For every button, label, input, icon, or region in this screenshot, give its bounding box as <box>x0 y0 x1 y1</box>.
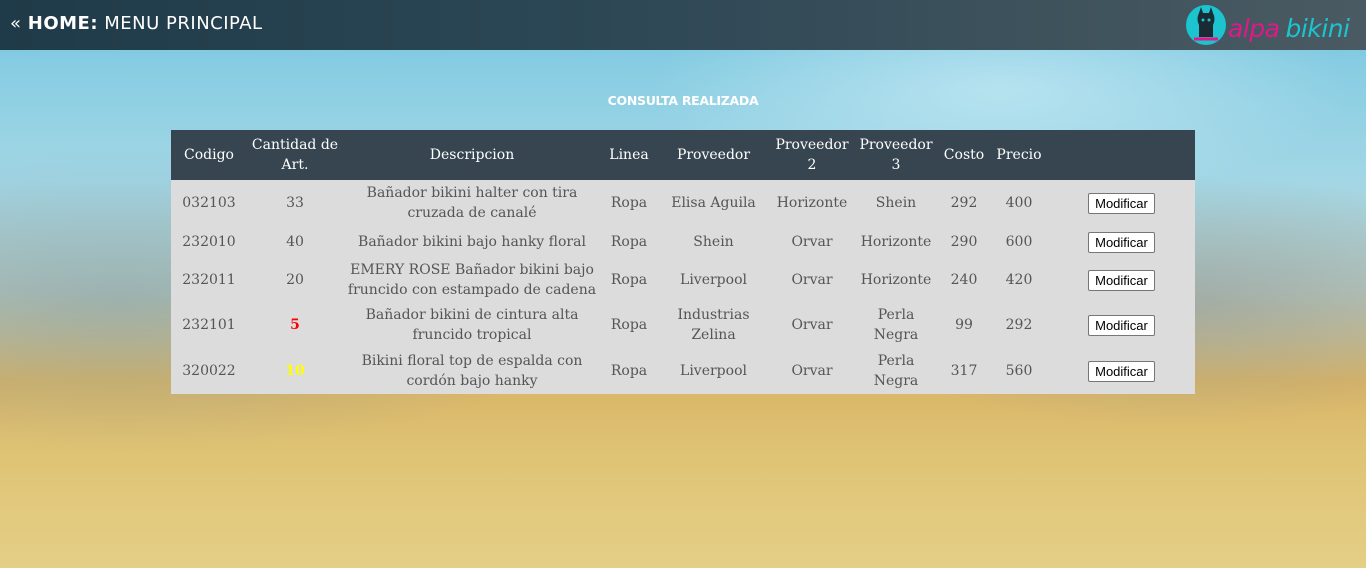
modify-button[interactable]: Modificar <box>1088 231 1155 253</box>
cell-proveedor-3: Horizonte <box>860 234 932 250</box>
modify-button[interactable]: Modificar <box>1088 314 1155 336</box>
cell-proveedor-2: Orvar <box>791 234 833 250</box>
table-header-row: Codigo Cantidad de Art. Descripcion Line… <box>171 130 1195 180</box>
cell-codigo: 032103 <box>182 195 236 211</box>
cell-proveedor-3: Shein <box>875 195 917 211</box>
cell-descripcion: Bañador bikini halter con tira cruzada d… <box>366 185 578 221</box>
cell-proveedor-3: Perla Negra <box>873 307 919 343</box>
cell-proveedor: Industrias Zelina <box>677 307 750 343</box>
cell-proveedor-3: Perla Negra <box>873 353 919 389</box>
cell-precio: 292 <box>1005 317 1033 333</box>
logo-word-bikini: bikini <box>1285 14 1350 43</box>
header-cantidad: Cantidad de Art. <box>251 137 339 173</box>
section-label: MENU PRINCIPAL <box>104 13 263 34</box>
cell-precio: 420 <box>1005 272 1033 288</box>
modify-button[interactable]: Modificar <box>1088 269 1155 291</box>
header-proveedor: Proveedor <box>676 147 751 163</box>
cell-descripcion: Bañador bikini de cintura alta fruncido … <box>365 307 579 343</box>
logo-word-alpa: alpa <box>1228 14 1280 43</box>
header-actions <box>1048 130 1195 180</box>
home-link[interactable]: « HOME: MENU PRINCIPAL <box>10 13 263 34</box>
llama-icon <box>1186 5 1226 45</box>
cell-proveedor-2: Horizonte <box>776 195 848 211</box>
cell-costo: 292 <box>950 195 978 211</box>
modify-button[interactable]: Modificar <box>1088 192 1155 214</box>
header-codigo: Codigo <box>184 147 234 163</box>
table-row: 232101 5 Bañador bikini de cintura alta … <box>171 302 1195 348</box>
cell-costo: 240 <box>950 272 978 288</box>
cell-costo: 317 <box>950 363 978 379</box>
cell-descripcion: Bikini floral top de espalda con cordón … <box>361 353 583 389</box>
cell-descripcion: Bañador bikini bajo hanky floral <box>358 234 586 250</box>
cell-proveedor-2: Orvar <box>791 272 833 288</box>
cell-proveedor-2: Orvar <box>791 363 833 379</box>
cell-codigo: 232101 <box>182 317 236 333</box>
back-icon: « <box>10 13 22 34</box>
cell-linea: Ropa <box>610 272 648 288</box>
table-row: 320022 10 Bikini floral top de espalda c… <box>171 348 1195 394</box>
cell-cantidad: 33 <box>286 195 304 211</box>
header-linea: Linea <box>609 147 649 163</box>
products-table: Codigo Cantidad de Art. Descripcion Line… <box>171 130 1195 394</box>
cell-codigo: 232010 <box>182 234 236 250</box>
cell-precio: 560 <box>1005 363 1033 379</box>
cell-proveedor: Elisa Aguila <box>671 195 756 211</box>
cell-precio: 400 <box>1005 195 1033 211</box>
cell-proveedor: Shein <box>693 234 734 250</box>
cell-costo: 290 <box>950 234 978 250</box>
header-costo: Costo <box>943 147 985 163</box>
cell-costo: 99 <box>955 317 973 333</box>
cell-linea: Ropa <box>610 317 648 333</box>
home-label: HOME: <box>27 13 99 34</box>
cell-cantidad-low-stock: 5 <box>290 317 300 333</box>
table-row: 232010 40 Bañador bikini bajo hanky flor… <box>171 226 1195 258</box>
cell-proveedor-2: Orvar <box>791 317 833 333</box>
cell-cantidad: 20 <box>286 272 304 288</box>
top-navigation-bar: « HOME: MENU PRINCIPAL alpa bikini <box>0 0 1366 50</box>
cell-codigo: 320022 <box>182 363 236 379</box>
cell-linea: Ropa <box>610 363 648 379</box>
cell-precio: 600 <box>1005 234 1033 250</box>
table-row: 032103 33 Bañador bikini halter con tira… <box>171 180 1195 226</box>
header-descripcion: Descripcion <box>429 147 515 163</box>
cell-proveedor: Liverpool <box>680 363 747 379</box>
brand-logo: alpa bikini <box>1184 3 1364 47</box>
header-precio: Precio <box>996 147 1042 163</box>
modify-button[interactable]: Modificar <box>1088 360 1155 382</box>
cell-linea: Ropa <box>610 234 648 250</box>
cell-cantidad-medium-stock: 10 <box>285 363 305 379</box>
cell-linea: Ropa <box>610 195 648 211</box>
cell-proveedor: Liverpool <box>680 272 747 288</box>
header-proveedor-2: Proveedor 2 <box>775 137 849 173</box>
cell-cantidad: 40 <box>286 234 304 250</box>
header-proveedor-3: Proveedor 3 <box>859 137 933 173</box>
table-row: 232011 20 EMERY ROSE Bañador bikini bajo… <box>171 258 1195 302</box>
page-title: CONSULTA REALIZADA <box>607 93 759 108</box>
cell-descripcion: EMERY ROSE Bañador bikini bajo fruncido … <box>347 262 597 298</box>
cell-proveedor-3: Horizonte <box>860 272 932 288</box>
cell-codigo: 232011 <box>182 272 236 288</box>
